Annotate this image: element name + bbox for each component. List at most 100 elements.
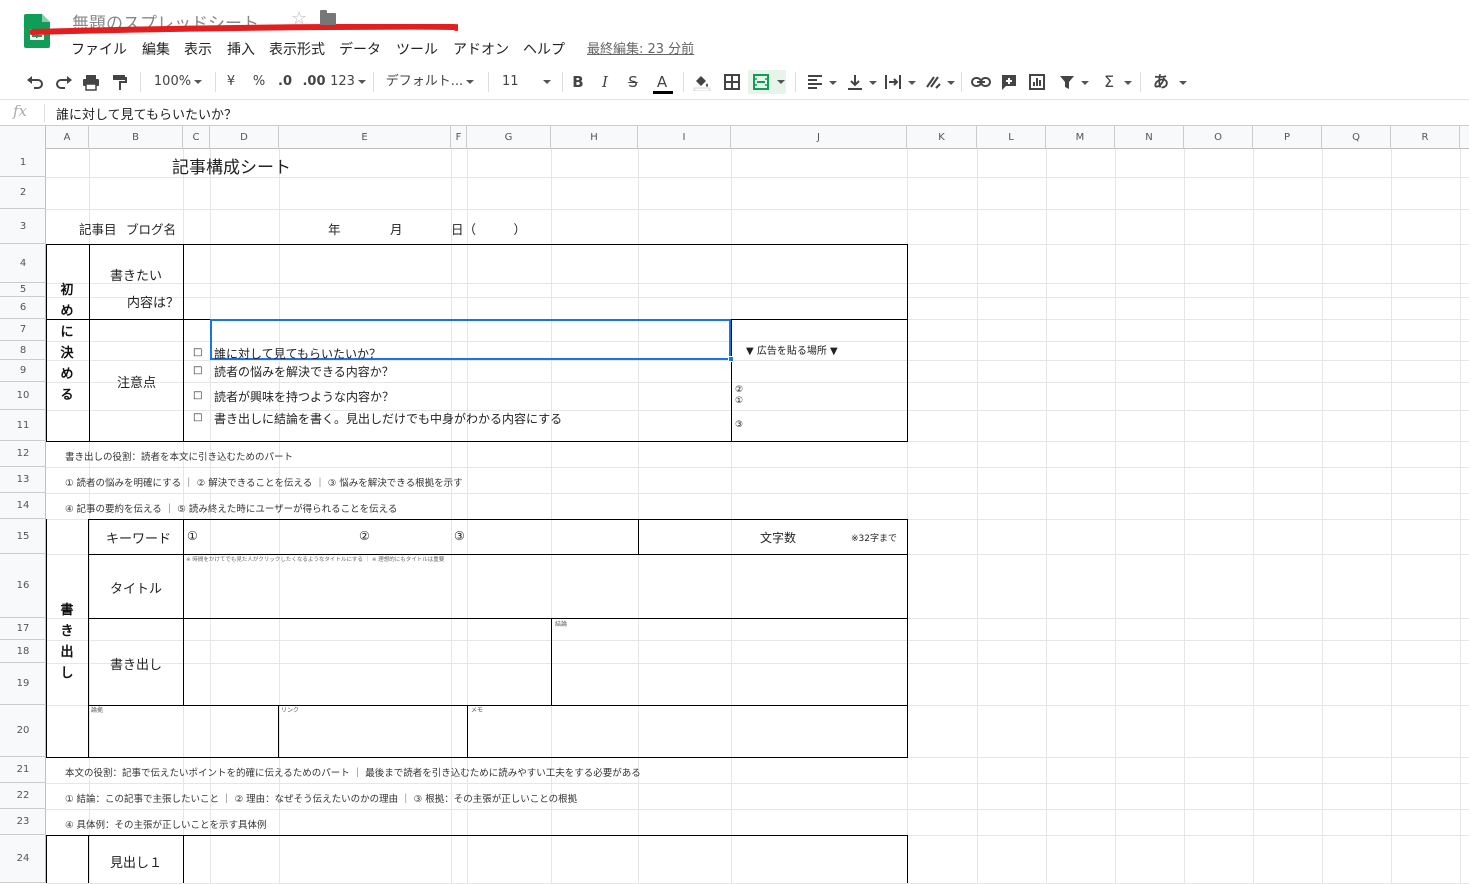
menu-tools[interactable]: ツール [396, 39, 438, 59]
menu-insert[interactable]: 挿入 [227, 39, 255, 59]
row-header-13[interactable]: 13 [0, 467, 46, 493]
ad-slot-1[interactable]: ① [735, 396, 743, 406]
title-label[interactable]: タイトル [110, 578, 162, 597]
percent-button[interactable]: % [250, 69, 268, 95]
sheet-title[interactable]: 記事構成シート [172, 153, 291, 178]
row-header-18[interactable]: 18 [0, 640, 46, 663]
column-header-C[interactable]: C [183, 126, 210, 149]
blog-name-label[interactable]: ブログ名 [126, 219, 176, 238]
star-icon[interactable]: ☆ [291, 8, 307, 29]
insert-comment-icon[interactable] [1000, 73, 1018, 91]
column-header-R[interactable]: R [1391, 126, 1460, 149]
last-edit-link[interactable]: 最終編集: 23 分前 [587, 38, 694, 57]
folder-icon[interactable] [320, 10, 336, 25]
text-rotation-icon[interactable] [924, 73, 942, 91]
column-header-P[interactable]: P [1253, 126, 1322, 149]
year-label[interactable]: 年 [328, 219, 341, 238]
insert-chart-icon[interactable] [1028, 73, 1046, 91]
column-header-K[interactable]: K [907, 126, 977, 149]
want-label-line2[interactable]: 内容は？ [127, 292, 179, 311]
column-header-H[interactable]: H [551, 126, 638, 149]
row-header-16[interactable]: 16 [0, 554, 46, 618]
column-header-N[interactable]: N [1115, 126, 1184, 149]
body-role-note[interactable]: 本文の役割：記事で伝えたいポイントを的確に伝えるためのパート ｜ 最後まで読者を… [65, 765, 641, 779]
menu-data[interactable]: データ [339, 39, 381, 59]
column-header-E[interactable]: E [279, 126, 451, 149]
menu-view[interactable]: 表示 [184, 39, 212, 59]
row-header-4[interactable]: 4 [0, 244, 46, 283]
select-all-corner[interactable] [0, 126, 46, 149]
more-formats-select[interactable]: 123 [330, 69, 366, 95]
align-left-icon[interactable] [806, 73, 824, 91]
heading1-label[interactable]: 見出し１ [110, 852, 162, 871]
insert-link-icon[interactable] [971, 73, 991, 91]
decrease-decimal-button[interactable]: .0 [275, 69, 295, 95]
ad-slot-2[interactable]: ② [735, 385, 743, 395]
row-header-20[interactable]: 20 [0, 705, 46, 757]
currency-button[interactable]: ¥ [222, 69, 240, 95]
italic-button[interactable]: I [596, 69, 614, 95]
row-header-19[interactable]: 19 [0, 663, 46, 705]
menu-format[interactable]: 表示形式 [269, 39, 325, 59]
row-header-17[interactable]: 17 [0, 618, 46, 640]
functions-icon[interactable]: Σ [1100, 69, 1118, 95]
ad-slot-3[interactable]: ③ [735, 420, 743, 430]
row-header-11[interactable]: 11 [0, 410, 46, 441]
article-number-label[interactable]: 記事目 [79, 219, 117, 238]
increase-decimal-button[interactable]: .00 [302, 69, 326, 95]
strikethrough-button[interactable]: S [624, 69, 642, 95]
column-header-D[interactable]: D [210, 126, 279, 149]
print-icon[interactable] [82, 73, 100, 91]
row-header-7[interactable]: 7 [0, 319, 46, 341]
bold-button[interactable]: B [569, 69, 587, 95]
column-header-O[interactable]: O [1184, 126, 1253, 149]
column-header-I[interactable]: I [638, 126, 731, 149]
formula-input[interactable]: 誰に対して見てもらいたいか？ [56, 104, 237, 123]
zoom-select[interactable]: 100% [150, 69, 206, 95]
column-header-Q[interactable]: Q [1322, 126, 1391, 149]
keyword-label[interactable]: キーワード [106, 528, 171, 547]
column-header-G[interactable]: G [467, 126, 551, 149]
font-size-select[interactable]: 11 [496, 69, 556, 95]
section-intro-label[interactable]: 書 き 出 し [57, 600, 77, 684]
text-wrap-icon[interactable] [884, 73, 902, 91]
ad-placement-label[interactable]: ▼ 広告を貼る場所 ▼ [746, 342, 838, 357]
keyword-3[interactable]: ③ [454, 529, 465, 543]
input-tools-button[interactable]: あ [1150, 69, 1172, 95]
row-header-22[interactable]: 22 [0, 783, 46, 809]
menu-edit[interactable]: 編集 [142, 39, 170, 59]
checkbox-icon[interactable]: □ [193, 412, 202, 423]
row-header-6[interactable]: 6 [0, 297, 46, 319]
conclusion-label[interactable]: 結論 [555, 619, 567, 628]
row-header-14[interactable]: 14 [0, 493, 46, 519]
filter-icon[interactable] [1058, 73, 1076, 91]
column-header-M[interactable]: M [1046, 126, 1115, 149]
menu-help[interactable]: ヘルプ [523, 39, 565, 59]
day-label[interactable]: 日（ ） [451, 219, 526, 238]
fill-handle[interactable] [728, 356, 734, 362]
checkbox-icon[interactable]: □ [193, 365, 202, 376]
row-header-2[interactable]: 2 [0, 177, 46, 209]
body-points-note-2[interactable]: ④ 具体例：その主張が正しいことを示す具体例 [65, 817, 267, 831]
column-header-A[interactable]: A [46, 126, 89, 149]
caution-label[interactable]: 注意点 [117, 372, 156, 391]
caution-item[interactable]: 読者が興味を持つような内容か？ [214, 388, 394, 405]
undo-icon[interactable] [26, 73, 44, 91]
sub-label-basis[interactable]: 論拠 [91, 705, 103, 714]
intro-points-note-2[interactable]: ④ 記事の要約を伝える ｜ ⑤ 読み終えた時にユーザーが得られることを伝える [65, 501, 397, 515]
merge-cells-button[interactable] [748, 70, 786, 94]
intro-points-note[interactable]: ① 読者の悩みを明確にする ｜ ② 解決できることを伝える ｜ ③ 悩みを解決で… [65, 475, 463, 489]
paint-format-icon[interactable] [111, 73, 129, 91]
row-header-9[interactable]: 9 [0, 360, 46, 382]
caution-item[interactable]: 読者の悩みを解決できる内容か？ [214, 363, 394, 380]
checkbox-icon[interactable]: □ [193, 347, 202, 358]
char-count-label[interactable]: 文字数 [760, 529, 796, 546]
fill-color-icon[interactable] [693, 73, 711, 91]
borders-icon[interactable] [723, 73, 741, 91]
body-points-note[interactable]: ① 結論：この記事で主張したいこと ｜ ② 理由：なぜそう伝えたいのかの理由 ｜… [65, 791, 577, 805]
column-header-B[interactable]: B [89, 126, 183, 149]
vertical-align-icon[interactable] [846, 73, 864, 91]
row-header-8[interactable]: 8 [0, 341, 46, 360]
intro-label[interactable]: 書き出し [110, 654, 162, 673]
title-hint[interactable]: ※ 時間をかけてでも見た人がクリックしたくなるようなタイトルにする ｜ ※ 理想… [186, 555, 444, 563]
